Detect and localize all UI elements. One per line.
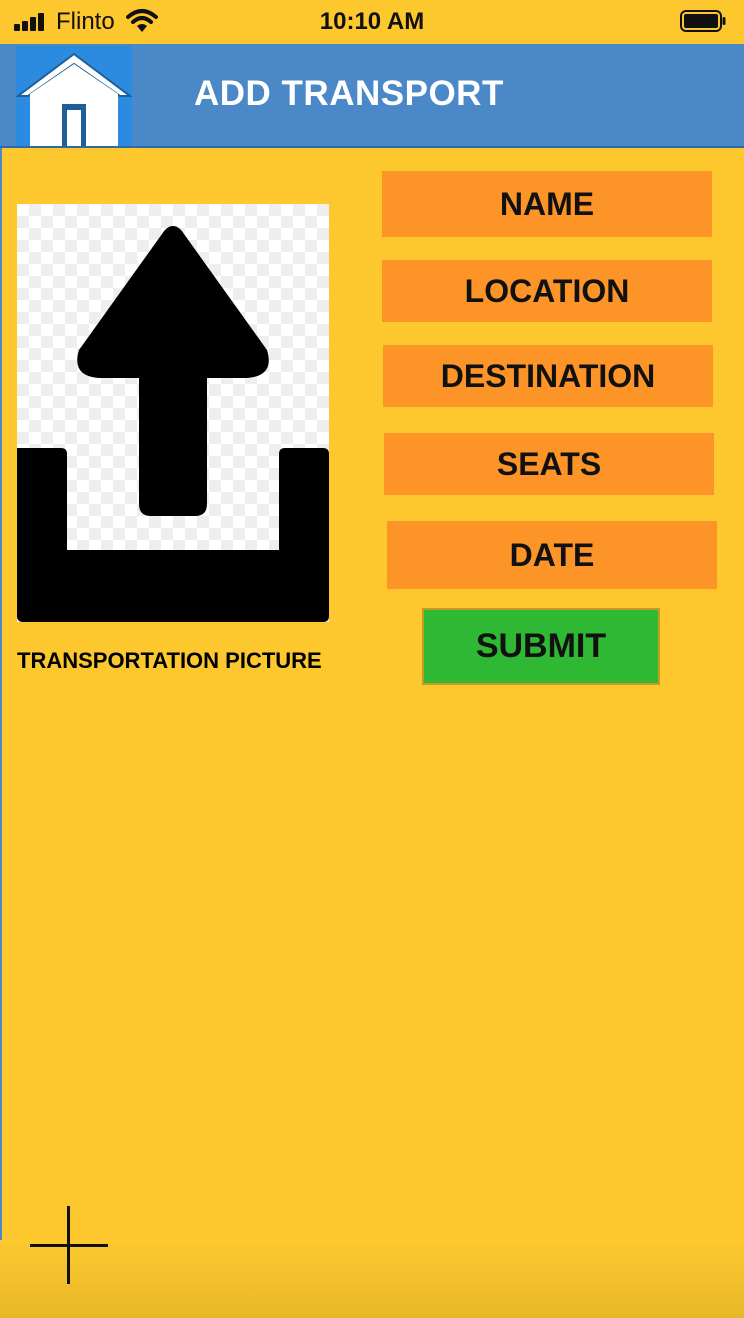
upload-picture-button[interactable] [17,204,329,622]
clock: 10:10 AM [319,8,425,35]
submit-button[interactable]: SUBMIT [422,608,660,685]
status-bar: Flinto 10:10 AM [0,0,744,44]
upload-icon [17,226,329,622]
date-field[interactable]: DATE [387,521,717,589]
add-button[interactable] [30,1206,108,1284]
nav-bar: ADD TRANSPORT [0,44,744,148]
home-icon [15,52,133,146]
screen-edge [0,0,2,1318]
destination-field[interactable]: DESTINATION [383,345,713,407]
location-field[interactable]: LOCATION [382,260,712,322]
battery-icon [680,10,726,32]
home-button[interactable] [15,46,133,146]
upload-label: TRANSPORTATION PICTURE [17,648,322,673]
seats-field[interactable]: SEATS [384,433,714,495]
page-title: ADD TRANSPORT [194,74,504,113]
name-field[interactable]: NAME [382,171,712,237]
bottom-shade [0,1240,744,1318]
